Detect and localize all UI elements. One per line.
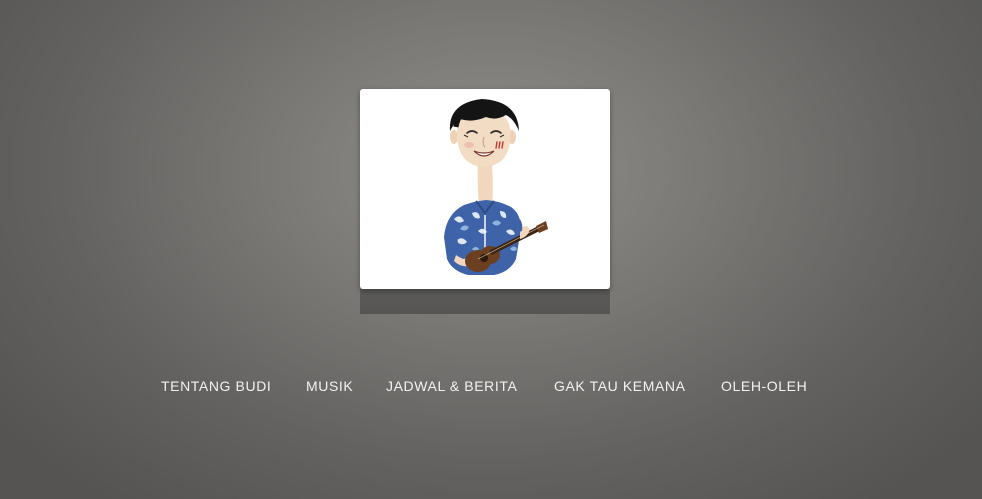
card-shadow (360, 289, 610, 314)
ukulele-player-caricature-icon (444, 99, 548, 275)
nav-item-jadwal-berita[interactable]: JADWAL & BERITA (386, 377, 517, 395)
nav-item-tentang-budi[interactable]: TENTANG BUDI (161, 377, 271, 395)
nav-item-musik[interactable]: MUSIK (306, 377, 353, 395)
main-nav: TENTANG BUDI MUSIK JADWAL & BERITA GAK T… (0, 377, 982, 397)
logo-card[interactable] (360, 89, 610, 289)
nav-item-oleh-oleh[interactable]: OLEH-OLEH (721, 377, 807, 395)
nav-item-gak-tau-kemana[interactable]: GAK TAU KEMANA (554, 377, 686, 395)
